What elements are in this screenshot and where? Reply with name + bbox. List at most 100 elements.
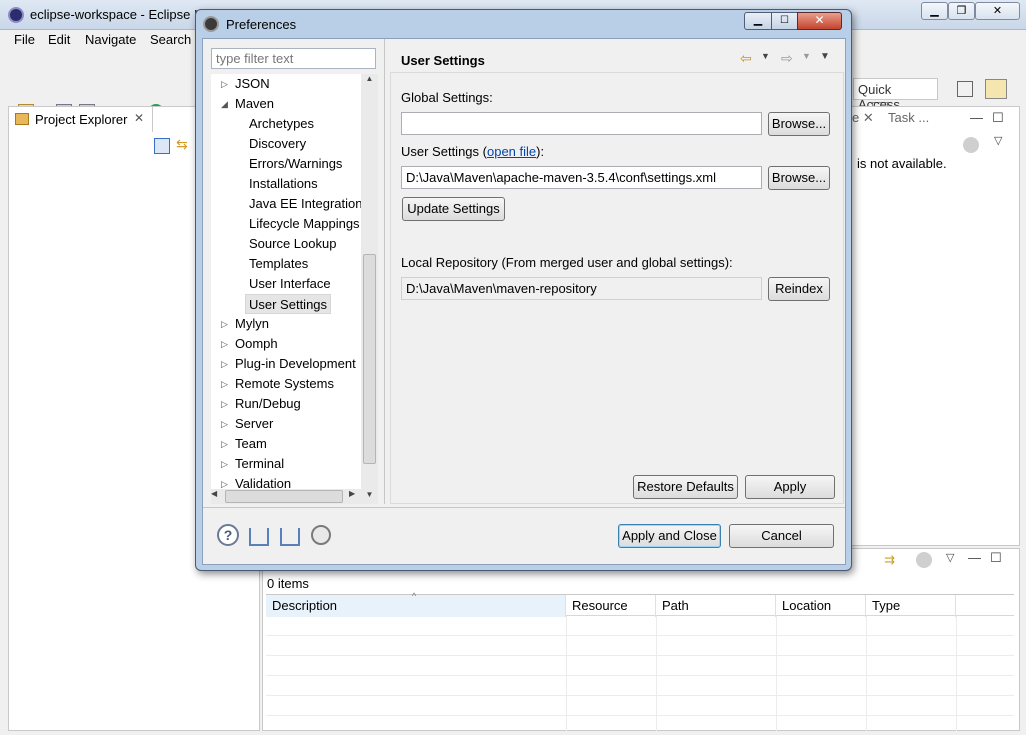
tree-item-user-settings[interactable]: User Settings [245, 294, 332, 314]
scroll-up-icon[interactable]: ▲ [361, 74, 378, 88]
link-editor-icon[interactable]: ⇆ [176, 136, 192, 152]
filter-icon[interactable] [916, 552, 932, 568]
tree-item-team[interactable]: ▷ Team [221, 434, 267, 454]
preferences-tree: ▷ JSON ◢ Maven Archetypes Discovery Errors… [211, 74, 377, 504]
back-dropdown-icon[interactable]: ▼ [761, 51, 770, 61]
tab-project-explorer[interactable]: Project Explorer ✕ [8, 106, 153, 132]
problems-minimize-button[interactable]: — [968, 550, 981, 565]
column-path[interactable]: Path [656, 595, 776, 617]
menu-navigate[interactable]: Navigate [85, 32, 136, 47]
tree-item-maven[interactable]: ◢ Maven [221, 94, 274, 114]
column-location[interactable]: Location [776, 595, 866, 617]
help-icon[interactable]: ? [217, 524, 239, 546]
tree-item-lifecycle-mappings[interactable]: Lifecycle Mappings [249, 214, 360, 234]
dialog-title: Preferences [226, 17, 297, 32]
expand-arrow-icon[interactable]: ▷ [221, 434, 231, 454]
preferences-dialog: Preferences ▁ ☐ ✕ type filter text ▷ JSON… [195, 9, 852, 571]
cancel-button[interactable]: Cancel [729, 524, 834, 548]
tree-item-plugin-development[interactable]: ▷ Plug-in Development [221, 354, 356, 374]
filter-input[interactable]: type filter text [211, 48, 376, 69]
scroll-left-icon[interactable]: ◀ [211, 489, 223, 498]
tree-item-archetypes[interactable]: Archetypes [249, 114, 314, 134]
problems-view-menu-icon[interactable]: ▽ [946, 551, 954, 564]
menu-search[interactable]: Search [150, 32, 191, 47]
apply-button[interactable]: Apply [745, 475, 835, 499]
tree-item-remote-systems[interactable]: ▷ Remote Systems [221, 374, 334, 394]
tree-item-templates[interactable]: Templates [249, 254, 308, 274]
preferences-gear-icon [203, 16, 219, 32]
user-browse-button[interactable]: Browse... [768, 166, 830, 190]
quick-access-field[interactable]: Quick Access [853, 78, 938, 112]
dialog-minimize-button[interactable]: ▁ [744, 12, 772, 30]
tree-item-mylyn[interactable]: ▷ Mylyn [221, 314, 269, 334]
tree-item-java-ee-integration[interactable]: Java EE Integration [249, 194, 362, 214]
tree-item-source-lookup[interactable]: Source Lookup [249, 234, 336, 254]
tree-item-errors-warnings[interactable]: Errors/Warnings [249, 154, 342, 174]
global-settings-field[interactable] [401, 112, 762, 135]
tree-horizontal-scrollbar[interactable]: ◀ ▶ [211, 489, 361, 504]
expand-arrow-icon[interactable]: ▷ [221, 454, 231, 474]
minimize-button[interactable]: ▁ [921, 2, 948, 20]
tree-item-run-debug[interactable]: ▷ Run/Debug [221, 394, 301, 414]
pane-divider[interactable] [384, 39, 385, 504]
maximize-view-button[interactable]: ☐ [992, 110, 1004, 126]
back-nav-icon[interactable]: ⇦ [740, 50, 752, 67]
tab-task[interactable]: Task ... [888, 110, 929, 125]
scrollbar-thumb[interactable] [363, 254, 376, 464]
collapse-arrow-icon[interactable]: ◢ [221, 94, 231, 114]
tree-item-discovery[interactable]: Discovery [249, 134, 306, 154]
dialog-titlebar[interactable]: Preferences ▁ ☐ ✕ [196, 10, 851, 38]
page-menu-icon[interactable]: ▼ [820, 51, 830, 62]
tree-item-oomph[interactable]: ▷ Oomph [221, 334, 278, 354]
global-browse-button[interactable]: Browse... [768, 112, 830, 136]
expand-arrow-icon[interactable]: ▷ [221, 414, 231, 434]
maximize-button[interactable]: ❐ [948, 2, 975, 20]
tree-item-terminal[interactable]: ▷ Terminal [221, 454, 284, 474]
import-icon[interactable] [249, 528, 269, 546]
tree-item-label: Remote Systems [235, 376, 334, 391]
dialog-close-button[interactable]: ✕ [797, 12, 842, 30]
expand-arrow-icon[interactable]: ▷ [221, 394, 231, 414]
column-resource[interactable]: Resource [566, 595, 656, 617]
restore-defaults-button[interactable]: Restore Defaults [633, 475, 738, 499]
java-ee-perspective-icon[interactable] [985, 79, 1007, 99]
close-button[interactable]: ✕ [975, 2, 1020, 20]
focus-icon[interactable]: ⇉ [884, 552, 895, 568]
menu-file[interactable]: File [14, 32, 35, 47]
tree-item-installations[interactable]: Installations [249, 174, 318, 194]
not-available-message: is not available. [857, 156, 947, 171]
horizontal-scrollbar-thumb[interactable] [225, 490, 343, 503]
minimize-view-button[interactable]: — [970, 110, 983, 125]
scroll-right-icon[interactable]: ▶ [349, 489, 361, 498]
scroll-down-icon[interactable]: ▼ [361, 490, 378, 504]
forward-dropdown-icon[interactable]: ▼ [802, 51, 811, 61]
problems-maximize-button[interactable]: ☐ [990, 550, 1002, 566]
tree-item-server[interactable]: ▷ Server [221, 414, 273, 434]
open-file-link[interactable]: open file [487, 144, 536, 159]
expand-arrow-icon[interactable]: ▷ [221, 74, 231, 94]
expand-arrow-icon[interactable]: ▷ [221, 354, 231, 374]
expand-arrow-icon[interactable]: ▷ [221, 334, 231, 354]
menu-edit[interactable]: Edit [48, 32, 70, 47]
collapse-all-icon[interactable] [154, 138, 170, 154]
reindex-button[interactable]: Reindex [768, 277, 830, 301]
tab-partial[interactable]: e ✕ [852, 110, 874, 126]
expand-arrow-icon[interactable]: ▷ [221, 374, 231, 394]
tree-item-json[interactable]: ▷ JSON [221, 74, 270, 94]
forward-nav-icon[interactable]: ⇨ [781, 50, 793, 67]
column-type[interactable]: Type [866, 595, 956, 617]
dialog-maximize-button[interactable]: ☐ [771, 12, 798, 30]
tree-item-user-interface[interactable]: User Interface [249, 274, 331, 294]
apply-and-close-button[interactable]: Apply and Close [618, 524, 721, 548]
view-menu-icon[interactable]: ▽ [994, 134, 1002, 147]
record-icon[interactable] [311, 525, 331, 545]
column-description[interactable]: Description ^ [266, 591, 566, 617]
column-divider [866, 616, 867, 731]
export-icon[interactable] [280, 528, 300, 546]
tree-vertical-scrollbar[interactable]: ▲ ▼ [361, 74, 378, 504]
open-perspective-icon[interactable] [957, 81, 973, 97]
close-icon[interactable]: ✕ [134, 111, 144, 125]
update-settings-button[interactable]: Update Settings [402, 197, 505, 221]
user-settings-field[interactable]: D:\Java\Maven\apache-maven-3.5.4\conf\se… [401, 166, 762, 189]
expand-arrow-icon[interactable]: ▷ [221, 314, 231, 334]
